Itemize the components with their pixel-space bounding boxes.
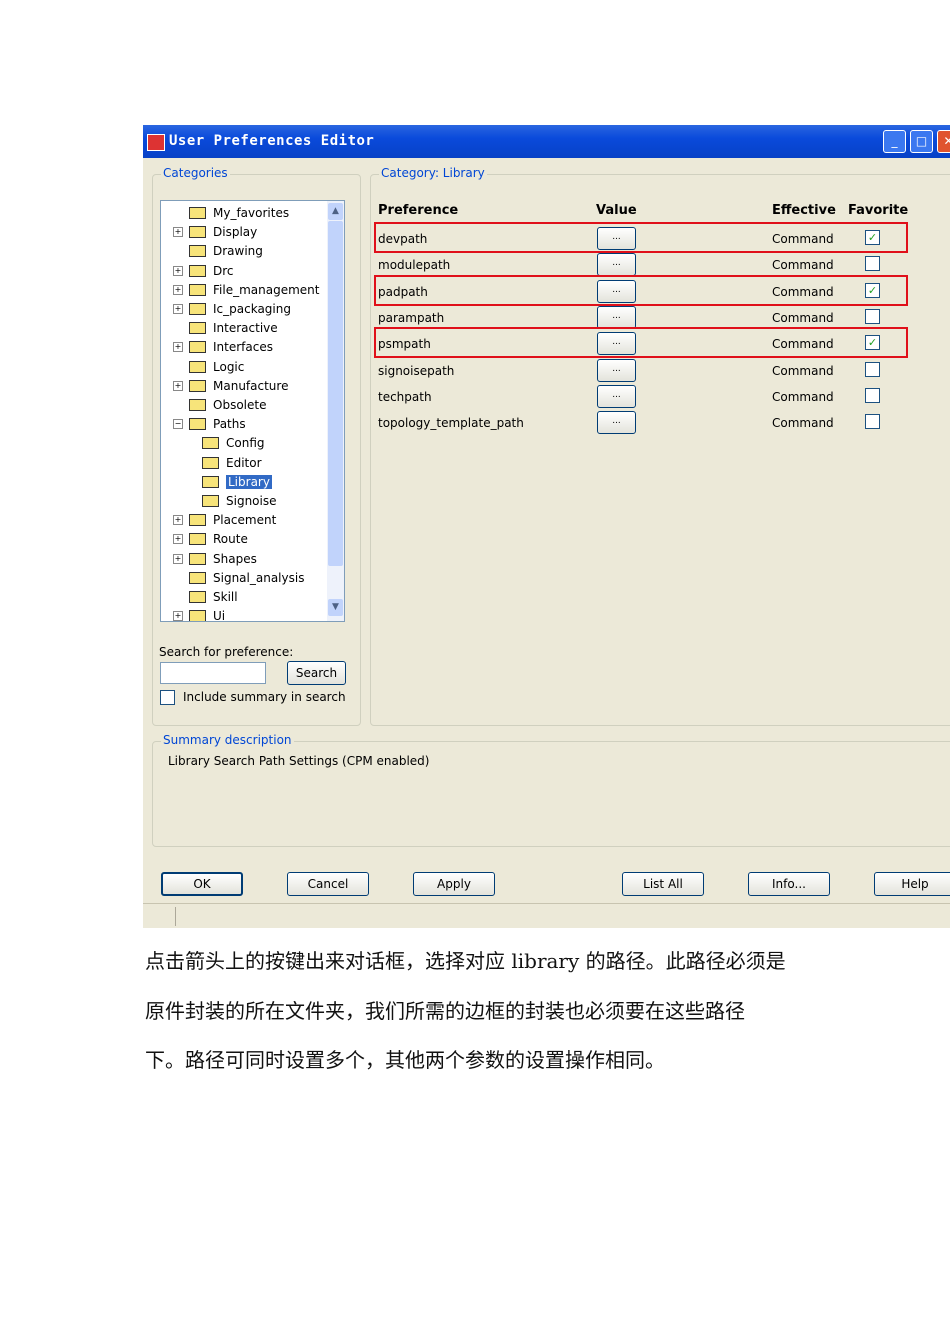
apply-button[interactable]: Apply	[413, 872, 495, 896]
preference-name: signoisepath	[378, 363, 455, 378]
include-summary-label: Include summary in search	[183, 690, 346, 704]
favorite-checkbox[interactable]	[865, 308, 880, 324]
tree-item-label: Config	[226, 436, 265, 451]
folder-icon	[202, 495, 219, 507]
include-summary-checkbox[interactable]	[160, 690, 175, 705]
help-button[interactable]: Help	[874, 872, 950, 896]
summary-legend: Summary description	[161, 733, 294, 747]
browse-value-button[interactable]: ...	[597, 253, 636, 277]
effective-value: Command	[772, 389, 834, 404]
tree-item[interactable]: +Signoise	[202, 492, 276, 510]
summary-text: Library Search Path Settings (CPM enable…	[168, 754, 430, 768]
folder-icon	[189, 610, 206, 621]
folder-icon	[189, 571, 206, 584]
header-preference: Preference	[378, 203, 459, 218]
status-bar	[143, 903, 950, 928]
user-preferences-window: User Preferences Editor _ □ ✕ Categories…	[143, 125, 950, 928]
preference-name: techpath	[378, 389, 432, 404]
folder-icon	[189, 591, 206, 603]
folder-icon	[202, 475, 219, 488]
header-effective: Effective	[772, 203, 836, 218]
tree-item-label: Editor	[226, 455, 262, 470]
tree-item-label: Route	[213, 532, 248, 547]
preference-name: modulepath	[378, 258, 451, 273]
browse-value-button[interactable]: ...	[597, 384, 636, 408]
browse-value-button[interactable]: ...	[597, 358, 636, 382]
expand-icon[interactable]: +	[173, 611, 183, 621]
minimize-button[interactable]: _	[883, 130, 906, 153]
effective-value: Command	[772, 363, 834, 378]
browse-value-button[interactable]: ...	[597, 305, 636, 329]
preference-row[interactable]: signoisepath ... Command	[143, 358, 880, 385]
tree-item[interactable]: + Placement	[173, 511, 276, 529]
cancel-button[interactable]: Cancel	[287, 872, 369, 896]
tree-item-label: My_favorites	[213, 206, 290, 220]
preference-row[interactable]: techpath ... Command	[143, 384, 880, 411]
folder-icon	[189, 207, 206, 219]
tree-item[interactable]: + Shapes	[173, 550, 257, 568]
effective-value: Command	[772, 310, 834, 325]
tree-item-label: Signoise	[226, 494, 277, 508]
ok-button[interactable]: OK	[161, 872, 243, 896]
categories-legend: Categories	[161, 166, 230, 180]
effective-value: Command	[772, 416, 834, 431]
effective-value: Command	[772, 258, 834, 273]
folder-icon	[202, 437, 219, 450]
highlight-box	[374, 327, 908, 359]
list-all-button[interactable]: List All	[622, 872, 704, 896]
folder-icon	[189, 514, 206, 527]
window-title: User Preferences Editor	[169, 133, 375, 149]
tree-item-label: Skill	[213, 590, 238, 604]
info-button[interactable]: Info...	[748, 872, 830, 896]
tree-item[interactable]: +My_favorites	[173, 204, 289, 222]
expand-icon[interactable]: +	[173, 515, 183, 526]
folder-icon	[202, 456, 219, 469]
folder-icon	[189, 533, 206, 546]
caption-line-3: 下。路径可同时设置多个，其他两个参数的设置操作相同。	[145, 1048, 665, 1072]
tree-item[interactable]: +Editor	[202, 454, 262, 472]
scroll-down-icon[interactable]: ▼	[328, 599, 343, 616]
app-icon	[147, 134, 165, 151]
category-legend: Category: Library	[379, 166, 487, 180]
tree-item-label: Placement	[213, 513, 277, 528]
expand-icon[interactable]: +	[173, 534, 183, 545]
tree-item-label: Library	[226, 474, 272, 489]
tree-item[interactable]: +Skill	[173, 588, 238, 606]
search-label: Search for preference:	[159, 645, 294, 659]
search-input[interactable]	[160, 662, 266, 684]
caption-line-2: 原件封装的所在文件夹，我们所需的边框的封装也必须要在这些路径	[145, 999, 745, 1023]
folder-icon	[189, 552, 206, 565]
highlight-box	[374, 222, 908, 253]
favorite-checkbox[interactable]	[865, 414, 880, 430]
maximize-button[interactable]: □	[910, 130, 933, 153]
preference-row[interactable]: topology_template_path ... Command	[143, 411, 880, 437]
tree-item[interactable]: + Route	[173, 530, 248, 548]
preference-name: topology_template_path	[378, 416, 524, 431]
browse-value-button[interactable]: ...	[597, 411, 636, 435]
tree-item-label: Shapes	[213, 551, 257, 566]
search-button[interactable]: Search	[287, 661, 346, 685]
caption-line-1: 点击箭头上的按键出来对话框，选择对应 library 的路径。此路径必须是	[145, 949, 786, 973]
scroll-up-icon[interactable]: ▲	[328, 203, 343, 220]
header-value: Value	[596, 203, 637, 218]
summary-group: Summary description Library Search Path …	[152, 733, 950, 847]
tree-item[interactable]: + Ui	[173, 607, 226, 622]
title-bar: User Preferences Editor _ □ ✕	[143, 125, 950, 158]
close-button[interactable]: ✕	[937, 130, 950, 153]
favorite-checkbox[interactable]	[865, 361, 880, 377]
favorite-checkbox[interactable]	[865, 256, 880, 272]
highlight-box	[374, 274, 908, 306]
preference-name: parampath	[378, 310, 445, 325]
tree-item[interactable]: +Library	[202, 473, 272, 491]
tree-item-label: Ui	[213, 609, 226, 622]
tree-item[interactable]: +Signal_analysis	[173, 569, 304, 587]
expand-icon[interactable]: +	[173, 553, 183, 564]
favorite-checkbox[interactable]	[865, 387, 880, 403]
header-favorite: Favorite	[848, 203, 909, 218]
tree-item-label: Signal_analysis	[213, 570, 305, 585]
